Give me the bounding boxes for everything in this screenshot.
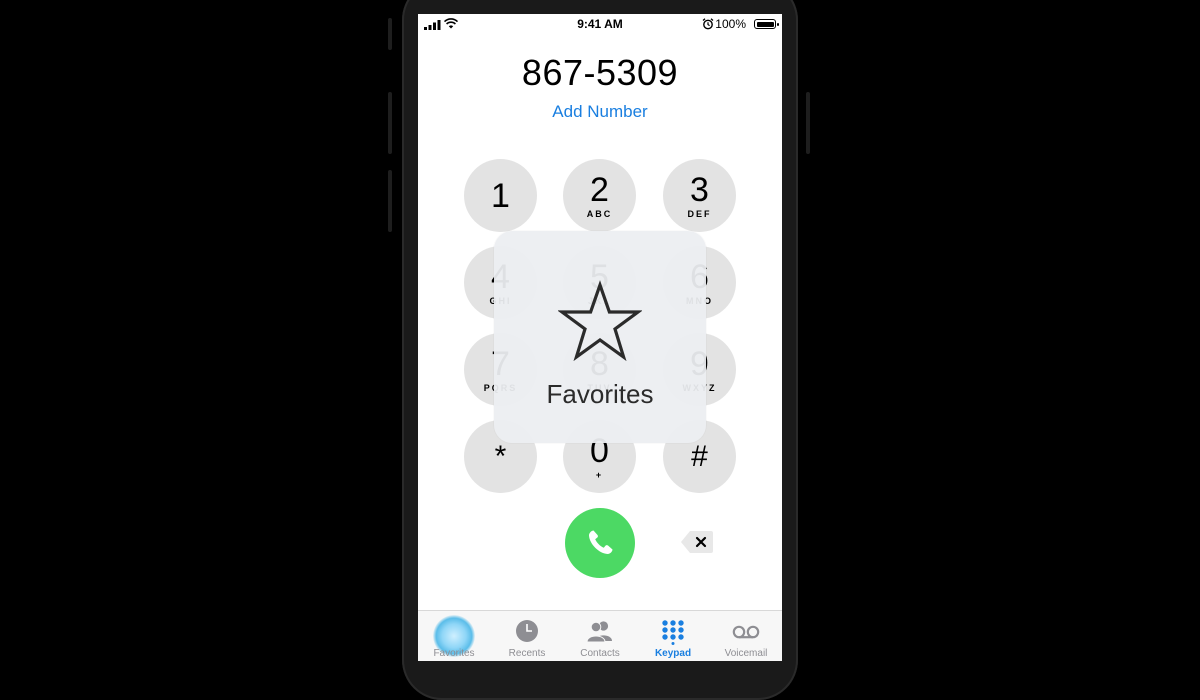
key-digit: # (691, 439, 708, 473)
tab-label: Contacts (580, 648, 620, 659)
key-letters: DEF (687, 208, 712, 219)
power-button (806, 92, 810, 154)
tab-label: Favorites (433, 648, 475, 659)
battery-icon (754, 19, 779, 29)
tab-recents[interactable]: Recents (491, 611, 563, 661)
mute-switch (388, 18, 392, 50)
key-letters: ABC (586, 208, 613, 219)
tab-label: Keypad (654, 648, 692, 659)
key-digit: 3 (690, 170, 709, 209)
phone-icon (589, 530, 613, 554)
tab-bar: Favorites Recents Contacts Keypad Voicem… (418, 610, 782, 661)
add-number-link[interactable]: Add Number (418, 102, 782, 122)
volume-down-button (388, 170, 392, 232)
battery-percentage: 100% (715, 17, 746, 31)
keypad-key[interactable]: 3 DEF (663, 159, 736, 232)
tab-favorites[interactable]: Favorites (418, 611, 490, 661)
tab-contacts[interactable]: Contacts (564, 611, 636, 661)
key-digit: 2 (590, 170, 609, 209)
keypad-key[interactable]: 1 (464, 159, 537, 232)
favorites-overlay: Favorites (494, 231, 706, 443)
volume-up-button (388, 92, 392, 154)
keypad-icon (662, 620, 684, 645)
overlay-label: Favorites (546, 379, 654, 409)
key-letters: + (595, 469, 604, 480)
voicemail-icon (732, 625, 760, 639)
delete-backspace-icon[interactable] (680, 530, 714, 554)
battery-fill (756, 21, 774, 27)
key-digit: 1 (491, 176, 510, 215)
contacts-icon (586, 621, 612, 643)
key-digit: * (494, 439, 507, 473)
tab-keypad[interactable]: Keypad (637, 611, 709, 661)
tab-label: Recents (508, 648, 546, 659)
clock-icon (516, 620, 538, 642)
tab-voicemail[interactable]: Voicemail (710, 611, 782, 661)
status-bar: 9:41 AM 100% (418, 14, 782, 34)
star-icon (558, 280, 642, 362)
keypad-key[interactable]: 2 ABC (563, 159, 636, 232)
tab-label: Voicemail (724, 648, 768, 659)
phone-screen: 9:41 AM 100% 867-5309 Add Number 1 2 ABC 3 D… (418, 14, 782, 661)
alarm-icon (702, 18, 714, 30)
call-button[interactable] (565, 508, 635, 578)
dialed-number: 867-5309 (521, 52, 679, 93)
